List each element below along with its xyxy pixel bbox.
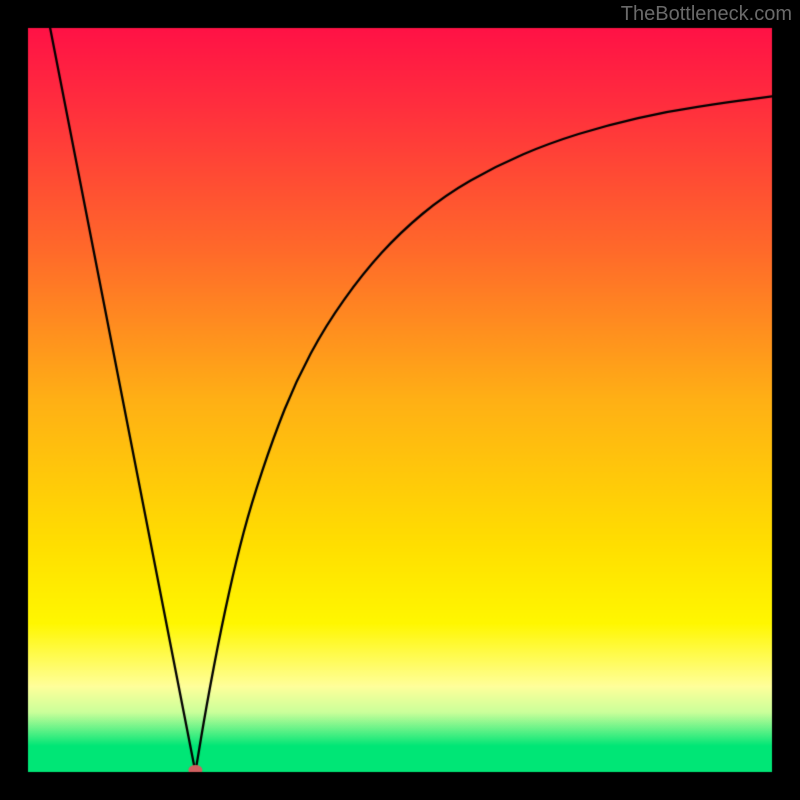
watermark-text: TheBottleneck.com — [621, 3, 792, 26]
chart-container: TheBottleneck.com — [0, 0, 800, 800]
bottleneck-curve-chart — [0, 0, 800, 800]
